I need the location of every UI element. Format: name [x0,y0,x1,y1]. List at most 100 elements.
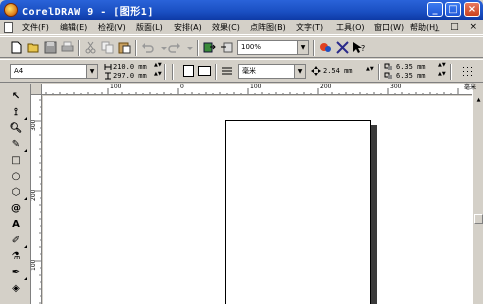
toolbar-separator [164,64,166,80]
minimize-button[interactable]: _ [427,2,443,17]
document-icon[interactable] [4,22,13,33]
close-button[interactable]: × [464,2,480,17]
pick-tool-icon[interactable]: ↖ [9,90,23,104]
menu-text[interactable]: 文字(T) [296,22,323,33]
title-bar[interactable]: CorelDRAW 9 - [图形1] _ □ × [0,0,483,20]
rectangle-tool-icon[interactable]: □ [9,154,23,168]
save-icon[interactable] [44,41,57,54]
menu-effects[interactable]: 效果(C) [212,22,240,33]
drawing-page[interactable] [225,120,371,304]
paste-icon[interactable] [118,41,131,54]
drawing-units-select[interactable]: 毫米 ▼ [238,64,306,79]
context-help-icon[interactable]: ? [352,41,365,54]
redo-icon[interactable] [168,41,181,54]
menu-layout[interactable]: 版面(L) [136,22,163,33]
property-bar: A4 ▼ 210.0 mm ▲▼ 297.0 mm ▲▼ 毫米 ▼ 2.54 m… [0,59,483,83]
chevron-down-icon[interactable]: ▼ [294,65,305,78]
portrait-orientation-button[interactable] [183,65,194,77]
grid-snap-icon[interactable] [461,65,475,78]
horizontal-ruler[interactable]: 100 0 100 200 300 [42,84,472,95]
flyout-indicator-icon [24,117,27,120]
ruler-label: 0 [180,84,184,90]
freehand-tool-icon[interactable]: ✎ [9,138,23,152]
document-window-controls[interactable]: _ □ × [435,22,481,33]
window-title: CorelDRAW 9 - [图形1] [22,7,154,18]
flyout-indicator-icon [24,245,27,248]
shape-tool-icon[interactable]: ⟟ [9,106,23,120]
ruler-label: 100 [31,259,37,271]
menu-bar: 文件(F) 编辑(E) 检视(V) 版面(L) 安排(A) 效果(C) 点阵图(… [0,20,483,35]
drawing-units-value: 毫米 [242,67,256,75]
paper-type-value: A4 [14,67,24,75]
chevron-down-icon[interactable]: ▼ [86,65,97,78]
scroll-up-icon[interactable]: ▲ [474,96,483,105]
ruler-label: 200 [320,84,332,90]
flyout-indicator-icon [24,149,27,152]
duplicate-offset-x-value[interactable]: 6.35 mm [396,63,426,71]
open-folder-icon[interactable] [27,41,40,54]
paper-type-select[interactable]: A4 ▼ [10,64,98,79]
duplicate-offset-y-value[interactable]: 6.35 mm [396,72,426,80]
vertical-scrollbar[interactable]: ▲ [472,84,483,304]
duplicate-offset-y-icon [384,72,392,79]
menu-view[interactable]: 检视(V) [98,22,126,33]
cut-icon[interactable] [84,41,97,54]
text-tool-icon[interactable]: A [9,218,23,232]
corel-online-icon[interactable] [336,41,349,54]
menu-bitmaps[interactable]: 点阵图(B) [250,22,286,33]
print-icon[interactable] [61,41,74,54]
coreldraw-window: CorelDRAW 9 - [图形1] _ □ × 文件(F) 编辑(E) 检视… [0,0,483,304]
menu-window[interactable]: 窗口(W) [374,22,404,33]
ellipse-tool-icon[interactable]: ○ [9,170,23,184]
outline-tool-icon[interactable]: ✒ [9,266,23,280]
new-document-icon[interactable] [10,41,23,54]
export-icon[interactable] [220,41,233,54]
copy-icon[interactable] [101,41,114,54]
menu-file[interactable]: 文件(F) [22,22,49,33]
toolbar-separator [78,40,80,56]
toolbar-separator [313,40,315,56]
zoom-level-select[interactable]: 100% ▼ [237,40,309,55]
spiral-tool-icon[interactable]: @ [9,202,23,216]
menu-tools[interactable]: 工具(O) [336,22,365,33]
toolbar-separator [135,40,137,56]
flyout-indicator-icon [24,277,27,280]
ruler-label: 300 [31,119,37,131]
polygon-tool-icon[interactable]: ⬡ [9,186,23,200]
redo-dropdown-icon[interactable] [184,41,197,54]
page-width-value[interactable]: 210.0 mm [113,63,147,71]
ruler-label: 200 [31,189,37,201]
chevron-down-icon[interactable]: ▼ [297,41,308,54]
nudge-spinner-icon[interactable]: ▲▼ [366,67,374,76]
coreldraw-app-icon[interactable] [4,3,18,17]
import-icon[interactable] [203,41,216,54]
drawing-canvas[interactable] [43,96,472,304]
interactive-fill-tool-icon[interactable]: ✐ [9,234,23,248]
ruler-origin-corner[interactable] [31,84,42,95]
zoom-tool-icon[interactable]: 🔍︎ [9,122,23,136]
fill-tool-icon[interactable]: ◈ [9,282,23,296]
toolbar-separator [172,64,174,80]
toolbar-separator [197,40,199,56]
ruler-label: 100 [110,84,122,90]
svg-text:?: ? [361,44,365,53]
maximize-button[interactable]: □ [445,2,461,17]
page-height-icon [105,72,111,80]
units-icon [222,67,232,75]
toolbar-separator [378,64,380,80]
eyedropper-tool-icon[interactable]: ⚗ [9,250,23,264]
menu-arrange[interactable]: 安排(A) [174,22,202,33]
dup-y-spinner-icon[interactable]: ▲▼ [438,72,446,81]
standard-toolbar: 100% ▼ ? [0,36,483,58]
page-height-value[interactable]: 297.0 mm [113,72,147,80]
height-spinner-icon[interactable]: ▲▼ [154,72,162,81]
toolbar-separator [215,64,217,80]
scrollbar-thumb[interactable] [474,214,483,224]
page-width-icon [104,64,112,70]
vertical-ruler[interactable]: 300 200 100 [31,95,42,304]
landscape-orientation-button[interactable] [198,66,211,76]
undo-icon[interactable] [141,41,154,54]
application-launcher-icon[interactable] [319,41,332,54]
nudge-offset-value[interactable]: 2.54 mm [323,67,353,75]
menu-edit[interactable]: 编辑(E) [60,22,87,33]
